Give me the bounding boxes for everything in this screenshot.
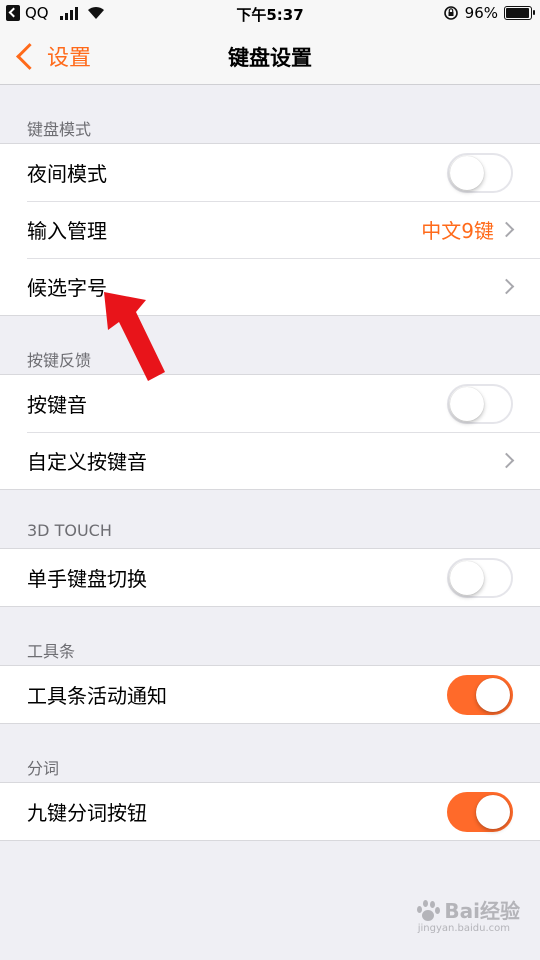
toggle-switch[interactable]: [447, 557, 513, 598]
section-header: 按键反馈: [27, 351, 92, 370]
toggle-knob: [476, 794, 510, 829]
row-label: 九键分词按钮: [27, 801, 147, 825]
settings-group: 夜间模式输入管理 中文9键候选字号: [0, 143, 540, 316]
settings-row[interactable]: 按键音: [0, 375, 540, 432]
row-label: 单手键盘切换: [27, 567, 147, 591]
row-label: 候选字号: [27, 276, 107, 300]
section-header: 分词: [27, 759, 60, 778]
toggle-switch[interactable]: [447, 791, 513, 832]
chevron-right-icon: [498, 278, 515, 295]
settings-row[interactable]: 自定义按键音: [0, 432, 540, 489]
battery-icon: [504, 6, 535, 20]
paw-icon: [414, 898, 441, 922]
row-label: 按键音: [27, 393, 87, 417]
watermark-logo: Bai经验: [414, 895, 520, 924]
section-header: 工具条: [27, 642, 76, 661]
settings-group: 按键音 自定义按键音: [0, 374, 540, 490]
row-label: 自定义按键音: [27, 450, 147, 474]
section-header: 3D TOUCH: [27, 521, 112, 540]
settings-row[interactable]: 九键分词按钮: [0, 783, 540, 840]
status-bar: QQ 下午5:37 96%: [0, 0, 540, 28]
chevron-right-icon: [498, 221, 515, 238]
settings-row[interactable]: 工具条活动通知: [0, 666, 540, 723]
settings-group: 九键分词按钮: [0, 782, 540, 841]
status-right: 96%: [443, 4, 535, 22]
battery-percent: 96%: [464, 4, 498, 22]
toggle-knob: [450, 155, 484, 190]
settings-row[interactable]: 单手键盘切换: [0, 549, 540, 606]
settings-row[interactable]: 夜间模式: [0, 144, 540, 201]
settings-row[interactable]: 输入管理 中文9键: [0, 201, 540, 258]
toggle-switch[interactable]: [447, 383, 513, 424]
settings-row[interactable]: 候选字号: [0, 258, 540, 315]
settings-group: 单手键盘切换: [0, 548, 540, 607]
watermark-text: Bai经验: [444, 899, 520, 923]
row-label: 工具条活动通知: [27, 684, 167, 708]
orientation-lock-icon: [443, 6, 458, 20]
toggle-knob: [450, 560, 484, 595]
chevron-right-icon: [498, 452, 515, 469]
toggle-knob: [450, 386, 484, 421]
row-label: 输入管理: [27, 219, 107, 243]
section-header: 键盘模式: [27, 120, 92, 139]
toggle-switch[interactable]: [447, 674, 513, 715]
settings-group: 工具条活动通知: [0, 665, 540, 724]
navigation-bar: 设置 键盘设置: [0, 28, 540, 85]
page-title: 键盘设置: [228, 46, 312, 70]
toggle-knob: [476, 677, 510, 712]
watermark-url: jingyan.baidu.com: [417, 923, 510, 934]
toggle-switch[interactable]: [447, 152, 513, 193]
row-label: 夜间模式: [27, 162, 107, 186]
row-value: 中文9键: [421, 219, 494, 243]
